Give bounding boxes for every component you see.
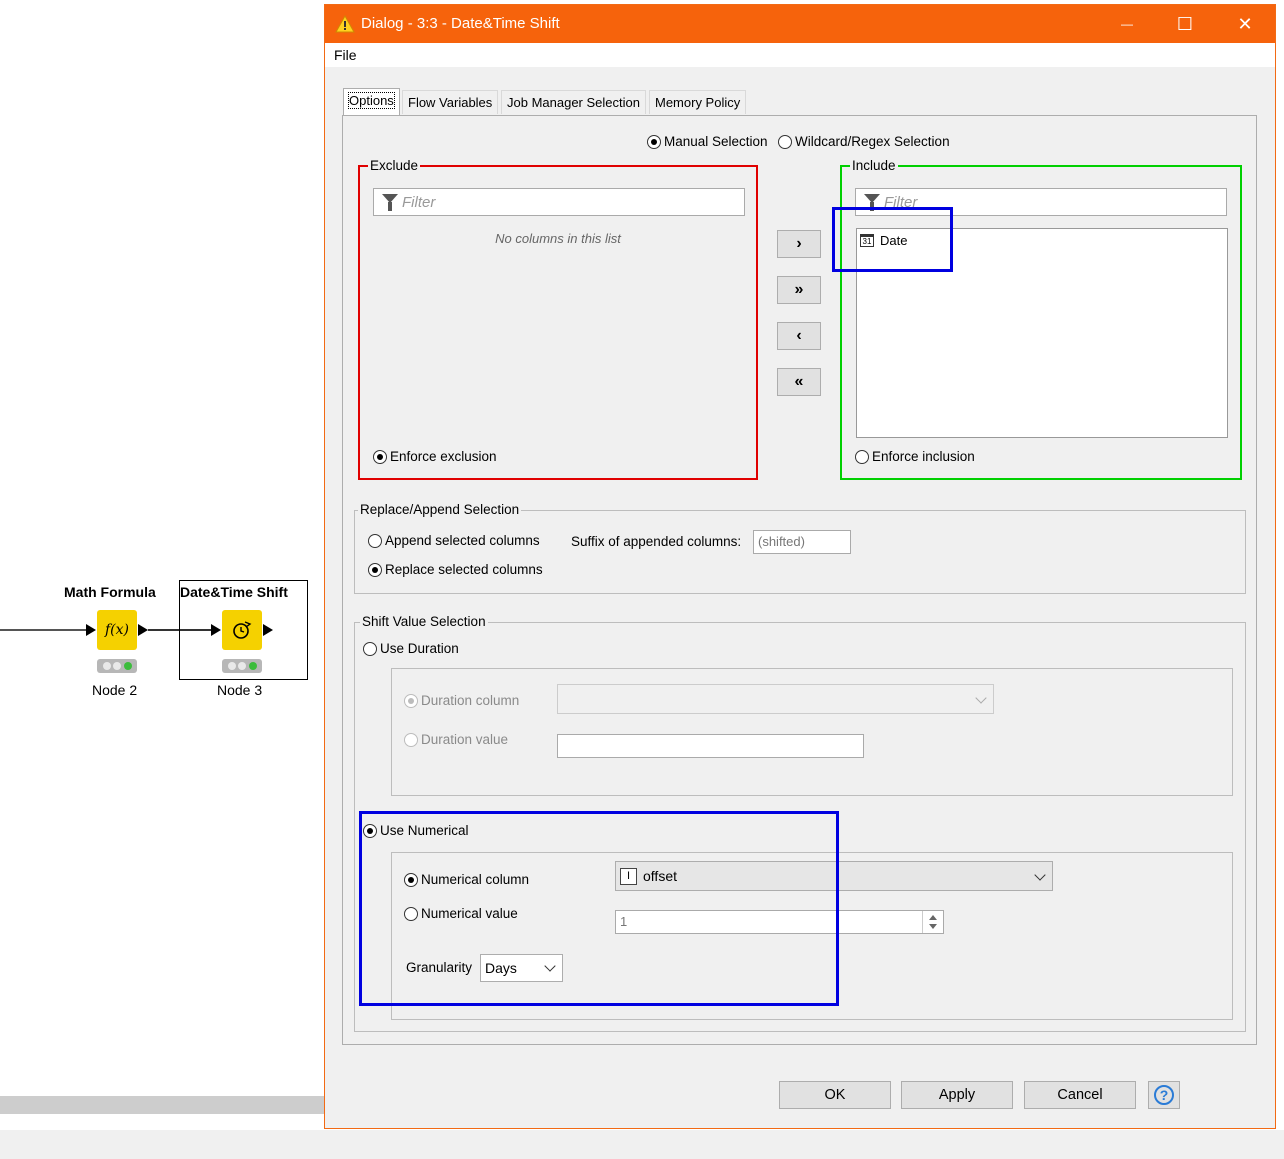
wildcard-selection-radio-dot [778, 135, 792, 149]
canvas-scrollbar[interactable] [0, 1096, 330, 1114]
node-3-title: Date&Time Shift [180, 584, 288, 600]
wildcard-selection-radio[interactable]: Wildcard/Regex Selection [778, 134, 950, 149]
replace-append-legend: Replace/Append Selection [358, 502, 522, 517]
tab-memory-policy[interactable]: Memory Policy [649, 90, 747, 114]
tab-memory-policy-label: Memory Policy [655, 95, 741, 110]
output-port-node2[interactable] [138, 624, 148, 636]
tab-job-manager-selection[interactable]: Job Manager Selection [501, 90, 646, 114]
use-duration-radio[interactable]: Use Duration [363, 641, 459, 656]
minimize-icon: — [1121, 17, 1133, 31]
dialog-window: Dialog - 3:3 - Date&Time Shift — ☐ ✕ Fil… [324, 4, 1276, 1129]
enforce-exclusion-label: Enforce exclusion [390, 449, 497, 464]
tab-flow-variables-label: Flow Variables [408, 95, 493, 110]
ok-button[interactable]: OK [779, 1081, 891, 1109]
connection-line-in [0, 629, 88, 631]
maximize-icon: ☐ [1176, 13, 1194, 34]
remove-button[interactable]: ‹ [777, 322, 821, 350]
tab-job-manager-label: Job Manager Selection [507, 95, 640, 110]
input-port-node2[interactable] [86, 624, 96, 636]
duration-column-label: Duration column [421, 693, 520, 708]
manual-selection-radio-dot [647, 135, 661, 149]
duration-value-dot [404, 733, 418, 747]
include-legend: Include [850, 158, 898, 173]
node-3-icon[interactable] [222, 610, 262, 650]
manual-selection-radio[interactable]: Manual Selection [647, 134, 768, 149]
date-highlight-box [832, 207, 953, 272]
menu-bar: File [325, 43, 1275, 67]
minimize-button[interactable]: — [1099, 5, 1155, 43]
dialog-title: Dialog - 3:3 - Date&Time Shift [361, 15, 560, 32]
wildcard-selection-label: Wildcard/Regex Selection [795, 134, 950, 149]
options-panel: Manual Selection Wildcard/Regex Selectio… [342, 115, 1257, 1045]
chevron-right-icon: › [796, 235, 802, 252]
numerical-highlight-box [359, 811, 839, 1006]
replace-label: Replace selected columns [385, 562, 543, 577]
apply-button[interactable]: Apply [901, 1081, 1013, 1109]
duration-value-label: Duration value [421, 732, 509, 747]
tab-options-label: Options [348, 92, 395, 109]
append-radio-dot [368, 534, 382, 548]
node-2-status [97, 659, 137, 673]
replace-radio-dot [368, 563, 382, 577]
enforce-inclusion-radio[interactable]: Enforce inclusion [855, 449, 975, 464]
suffix-label: Suffix of appended columns: [571, 534, 742, 549]
duration-value-input[interactable] [557, 734, 864, 758]
use-duration-dot [363, 642, 377, 656]
node-3-label: Node 3 [217, 682, 263, 698]
append-label: Append selected columns [385, 533, 540, 548]
enforce-exclusion-dot [373, 450, 387, 464]
warning-triangle-icon [335, 15, 355, 33]
replace-radio[interactable]: Replace selected columns [368, 562, 543, 577]
suffix-input[interactable]: (shifted) [753, 530, 851, 554]
filter-icon [382, 194, 398, 211]
exclude-legend: Exclude [368, 158, 421, 173]
clock-shift-icon [233, 621, 252, 639]
node-2-label: Node 2 [92, 682, 138, 698]
chevron-down-icon [1034, 869, 1046, 881]
fx-icon: f(x) [104, 622, 129, 638]
help-icon: ? [1154, 1085, 1174, 1105]
exclude-filter-input[interactable]: Filter [373, 188, 745, 216]
dialog-titlebar[interactable]: Dialog - 3:3 - Date&Time Shift — ☐ ✕ [325, 5, 1275, 43]
exclude-filter-placeholder: Filter [402, 194, 436, 211]
replace-append-group: Replace/Append Selection Append selected… [354, 502, 1246, 594]
tab-flow-variables[interactable]: Flow Variables [402, 90, 499, 114]
exclude-group: Exclude Filter No columns in this list E… [358, 158, 758, 480]
duration-column-select[interactable] [557, 684, 994, 714]
duration-subgroup: Duration column Duration value [391, 668, 1233, 796]
menu-file[interactable]: File [334, 47, 357, 63]
close-icon: ✕ [1237, 13, 1253, 34]
double-chevron-left-icon: « [794, 373, 804, 390]
remove-all-button[interactable]: « [777, 368, 821, 396]
numerical-value-spinner[interactable] [922, 911, 943, 933]
status-strip [0, 1130, 1284, 1159]
node-2-icon[interactable]: f(x) [97, 610, 137, 650]
enforce-inclusion-label: Enforce inclusion [872, 449, 975, 464]
exclude-empty-text: No columns in this list [495, 231, 621, 246]
duration-column-radio[interactable]: Duration column [404, 693, 519, 708]
node-2-title: Math Formula [64, 584, 156, 600]
workflow-canvas[interactable]: Math Formula f(x) Node 2 Date&Time Shift… [0, 0, 1284, 1159]
cancel-button[interactable]: Cancel [1024, 1081, 1136, 1109]
double-chevron-right-icon: » [794, 281, 804, 298]
manual-selection-label: Manual Selection [664, 134, 768, 149]
duration-value-radio[interactable]: Duration value [404, 732, 508, 747]
append-radio[interactable]: Append selected columns [368, 533, 540, 548]
enforce-exclusion-radio[interactable]: Enforce exclusion [373, 449, 497, 464]
filter-icon [864, 194, 880, 211]
help-button[interactable]: ? [1148, 1081, 1180, 1109]
use-duration-label: Use Duration [380, 641, 459, 656]
add-all-button[interactable]: » [777, 276, 821, 304]
node-3-status [222, 659, 262, 673]
tab-options[interactable]: Options [343, 88, 400, 116]
maximize-button[interactable]: ☐ [1157, 5, 1213, 43]
close-button[interactable]: ✕ [1217, 5, 1273, 43]
shift-value-legend: Shift Value Selection [360, 614, 488, 629]
enforce-inclusion-dot [855, 450, 869, 464]
chevron-left-icon: ‹ [796, 327, 802, 344]
add-button[interactable]: › [777, 230, 821, 258]
duration-column-dot [404, 694, 418, 708]
